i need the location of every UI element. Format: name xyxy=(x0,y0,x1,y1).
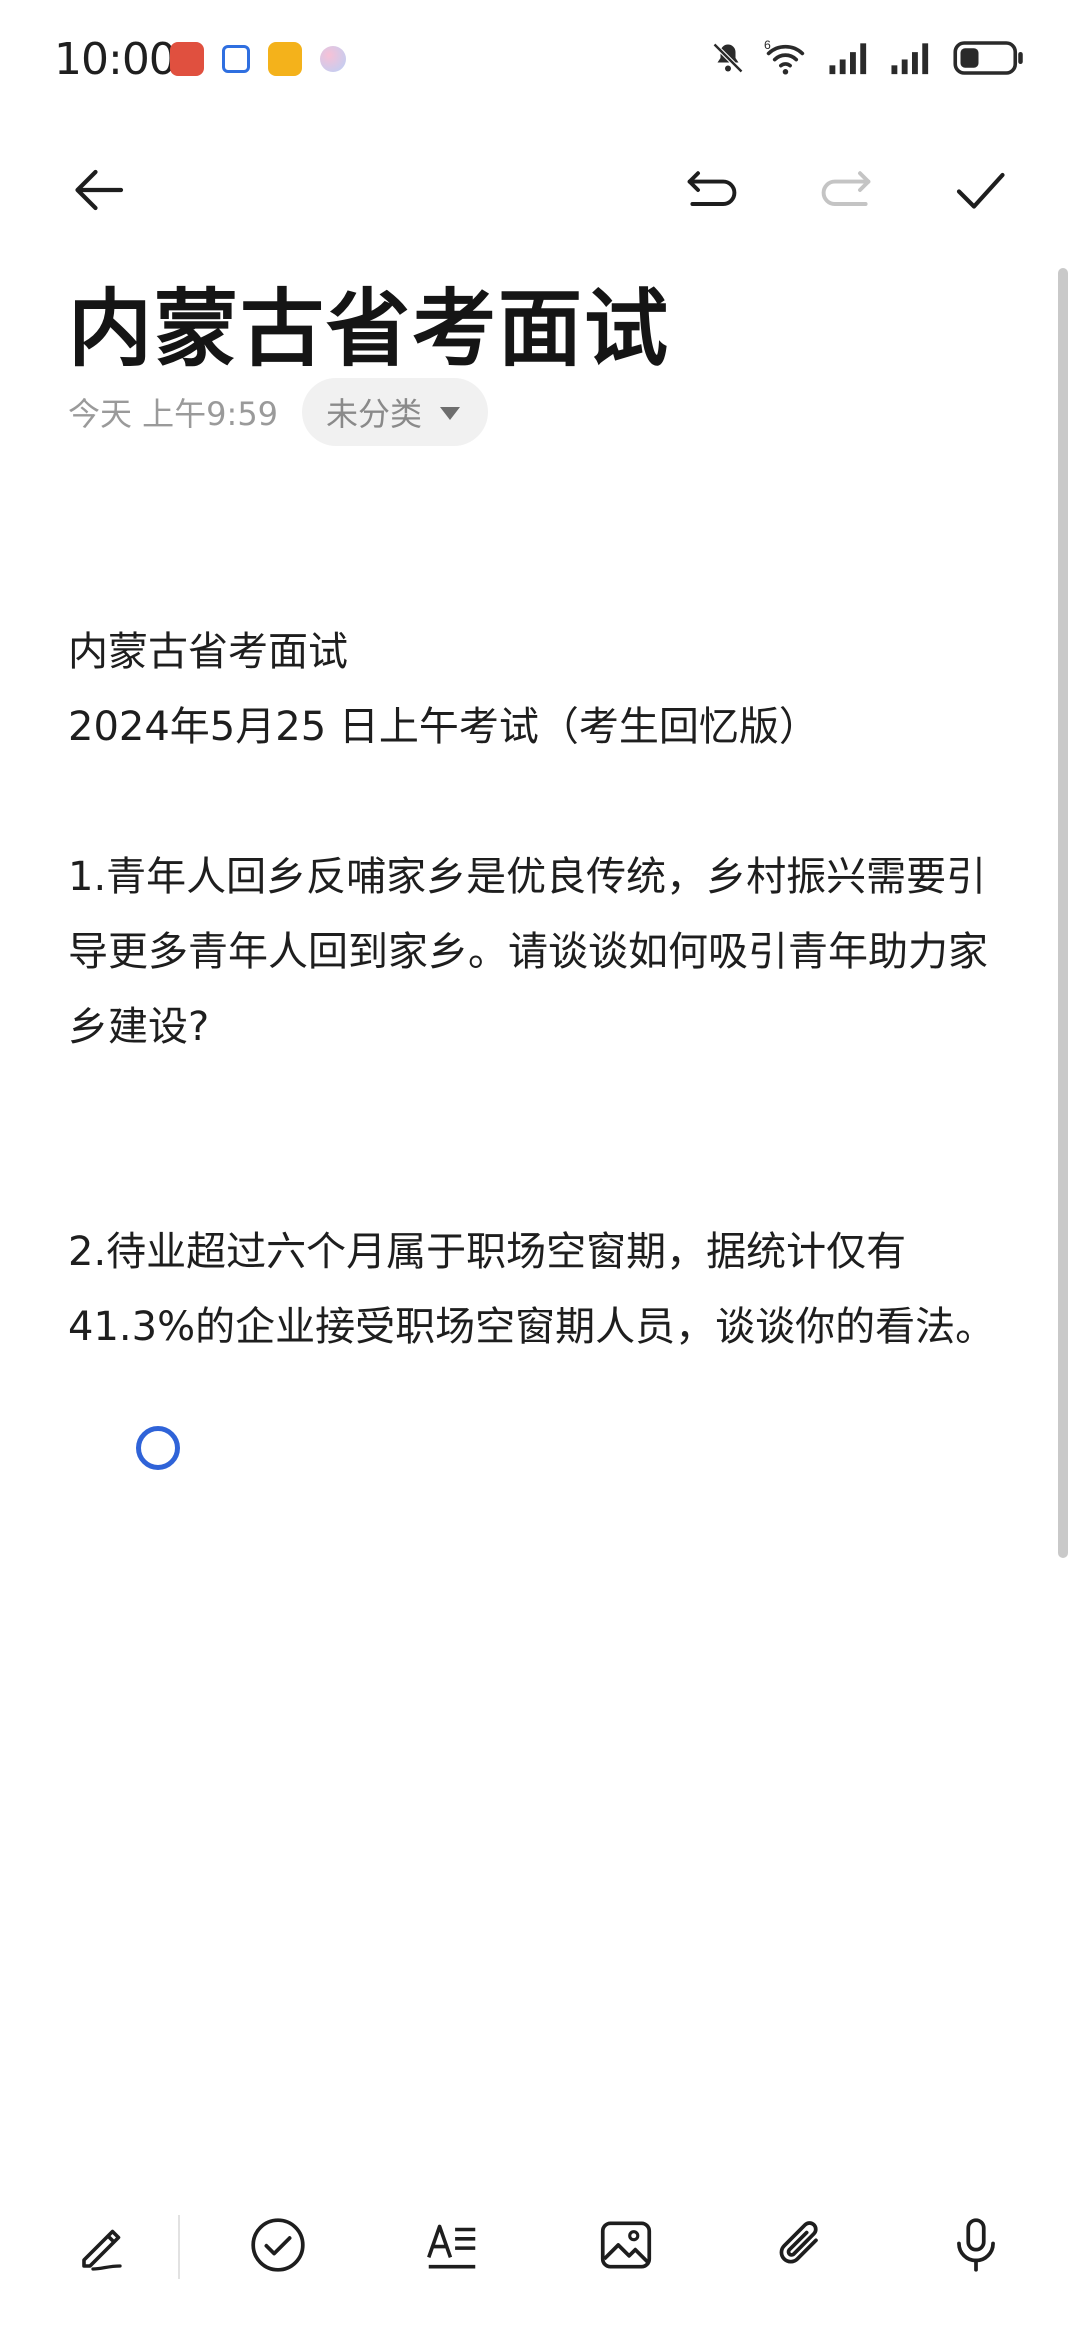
pen-icon xyxy=(82,2229,122,2271)
note-editor-screen: 10:00 6 内蒙古省考面试 今天 上午9:59 未分类 内蒙古省考面试 20… xyxy=(0,0,1080,2331)
checklist-icon xyxy=(251,2218,305,2272)
text-format-icon xyxy=(427,2224,476,2269)
question-1: 1.青年人回乡反哺家乡是优良传统，乡村振兴需要引导更多青年人回到家乡。请谈谈如何… xyxy=(68,854,988,1050)
notification-app-pastel-icon xyxy=(320,46,346,72)
bottom-toolbar xyxy=(0,2195,1080,2295)
undo-icon xyxy=(687,171,737,206)
checkmark-icon xyxy=(956,172,1005,209)
signal-icon xyxy=(829,43,867,75)
question-2: 2.待业超过六个月属于职场空窗期，据统计仅有41.3%的企业接受职场空窗期人员，… xyxy=(68,1229,996,1350)
mute-bell-icon xyxy=(712,42,744,74)
status-system-icons: 6 xyxy=(710,38,1026,78)
notification-app-red-icon xyxy=(170,42,204,76)
toolbar-divider xyxy=(178,2215,180,2279)
note-meta: 今天 上午9:59 未分类 xyxy=(68,378,489,446)
signal-icon xyxy=(891,43,929,75)
done-button[interactable] xyxy=(940,150,1020,230)
insert-image-button[interactable] xyxy=(586,2205,666,2285)
back-button[interactable] xyxy=(60,150,140,230)
voice-input-button[interactable] xyxy=(936,2205,1016,2285)
text-format-button[interactable] xyxy=(412,2205,492,2285)
microphone-icon xyxy=(957,2218,995,2272)
note-title[interactable]: 内蒙古省考面试 xyxy=(68,262,670,383)
attachment-button[interactable] xyxy=(762,2205,842,2285)
notification-app-yellow-icon xyxy=(268,42,302,76)
category-dropdown[interactable]: 未分类 xyxy=(302,378,489,446)
checklist-button[interactable] xyxy=(238,2205,318,2285)
wifi-6-icon: 6 xyxy=(764,38,805,75)
image-icon xyxy=(600,2221,652,2269)
back-arrow-icon xyxy=(75,169,124,211)
top-toolbar xyxy=(0,150,1080,230)
notification-app-blue-icon xyxy=(222,45,250,73)
redo-icon xyxy=(821,171,871,206)
status-app-icons xyxy=(170,42,346,76)
category-label: 未分类 xyxy=(326,395,423,433)
redo-button[interactable] xyxy=(806,150,886,230)
caret-down-icon xyxy=(440,406,461,420)
handwriting-button[interactable] xyxy=(62,2205,142,2285)
attachment-icon xyxy=(779,2221,818,2264)
text-cursor-handle[interactable] xyxy=(136,1426,180,1470)
status-bar: 10:00 6 xyxy=(0,0,1080,120)
body-line: 2024年5月25 日上午考试（考生回忆版） xyxy=(68,704,819,750)
body-line: 内蒙古省考面试 xyxy=(68,629,348,675)
note-timestamp: 今天 上午9:59 xyxy=(68,395,279,433)
note-body-editor[interactable]: 内蒙古省考面试 2024年5月25 日上午考试（考生回忆版） 1.青年人回乡反哺… xyxy=(68,615,1018,1365)
scrollbar[interactable] xyxy=(1058,268,1068,1558)
undo-button[interactable] xyxy=(672,150,752,230)
battery-icon xyxy=(953,41,1023,75)
svg-text:6: 6 xyxy=(764,38,771,52)
status-time: 10:00 xyxy=(54,34,177,85)
